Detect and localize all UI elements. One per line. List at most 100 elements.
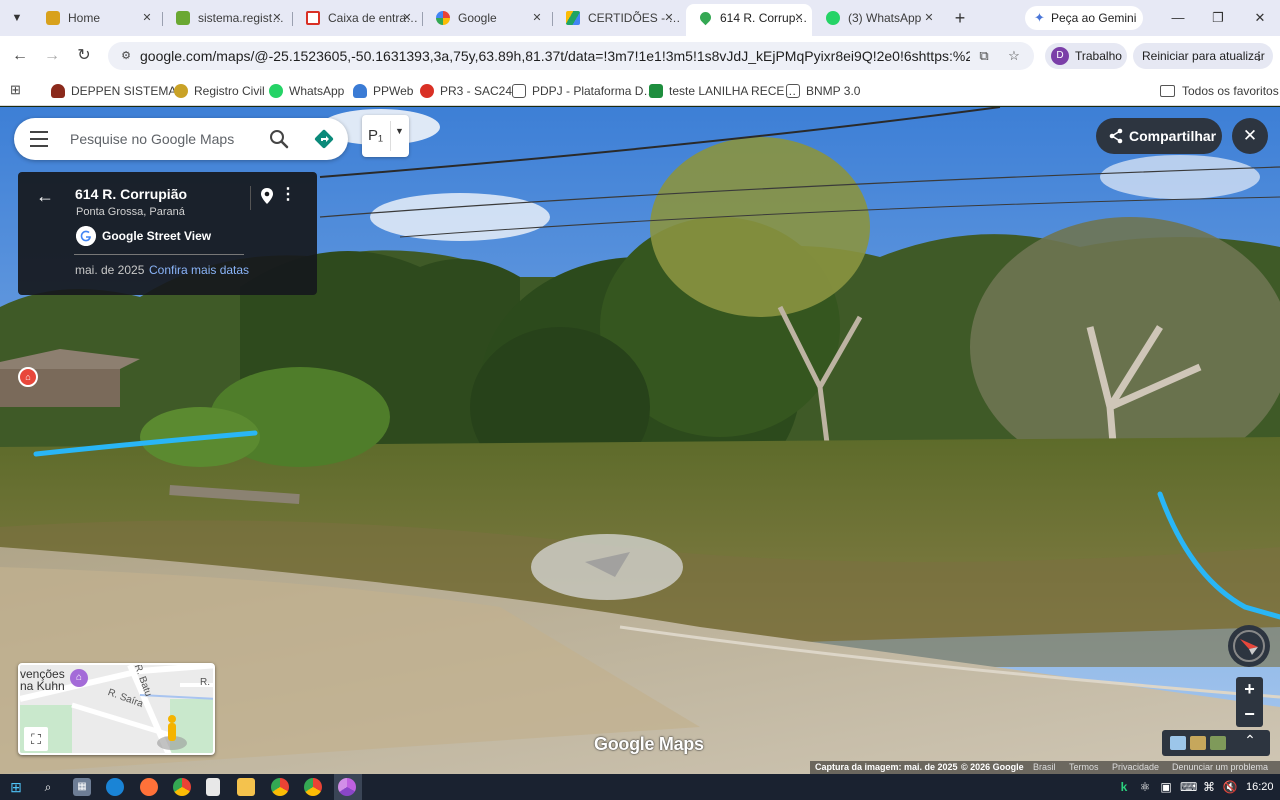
google-icon [436,11,450,25]
profile-name: Trabalho [1075,49,1122,63]
tab-whatsapp[interactable]: (3) WhatsApp ✕ [814,4,942,32]
close-icon[interactable]: ✕ [270,4,284,32]
restore-button[interactable]: ❐ [1206,6,1230,30]
minimize-button[interactable]: — [1166,6,1190,30]
file-icon[interactable] [206,778,220,796]
security-icon[interactable]: ▣ [1158,778,1174,796]
maps-search-input[interactable] [70,126,260,152]
hamburger-menu-icon[interactable] [30,131,48,147]
bookmark-ppweb[interactable]: PPWeb [353,81,413,101]
wifi-icon[interactable]: ⌘ [1201,778,1217,796]
place-of-worship-icon[interactable]: ⌂ [70,669,88,687]
map-pin-icon[interactable] [259,187,275,205]
clock[interactable]: 16:20 [1246,778,1274,796]
tab-google-maps-active[interactable]: 614 R. Corrup… ✕ [686,4,812,36]
expand-map-icon[interactable]: ⛶ [24,727,48,751]
close-icon[interactable]: ✕ [530,4,544,32]
street-view-layer-button[interactable]: P₁ ▼ [362,115,409,157]
file-explorer-icon[interactable] [237,778,255,796]
bookmark-pr3-sac24[interactable]: PR3 - SAC24 [420,81,512,101]
zoom-out-button[interactable]: − [1236,702,1263,727]
close-icon[interactable]: ✕ [140,4,154,32]
share-button[interactable]: Compartilhar [1096,118,1222,154]
speaker-muted-icon[interactable]: 🔇 [1222,778,1238,796]
close-icon[interactable]: ✕ [792,4,806,32]
bookmark-registro-civil[interactable]: Registro Civil [174,81,265,101]
photo-strip-toggle[interactable]: ⌃ [1162,730,1270,756]
compass-button[interactable] [1228,625,1270,667]
tab-google[interactable]: Google ✕ [424,4,550,32]
tab-gmail-inbox[interactable]: Caixa de entra… ✕ [294,4,420,32]
place-marker-icon[interactable]: ⌂ [18,367,38,387]
kebab-menu-icon[interactable]: ⋮ [1253,43,1265,69]
close-icon[interactable]: ✕ [662,4,676,32]
calculator-icon[interactable]: ▦ [73,778,91,796]
chrome-icon[interactable] [304,778,322,796]
puzzle-icon [786,84,800,98]
chevron-down-icon[interactable]: ▼ [395,126,404,136]
url-text[interactable]: google.com/maps/@-25.1523605,-50.1631393… [140,42,970,70]
zoom-in-button[interactable]: + [1236,677,1263,702]
capture-date: mai. de 2025 [75,263,145,277]
photo-thumbnail[interactable] [1210,736,1226,750]
keyboard-icon[interactable]: ⌨ [1180,778,1197,796]
directions-icon[interactable] [312,127,336,151]
divider [74,254,244,255]
bookmark-label: Registro Civil [194,84,265,98]
back-arrow-icon[interactable]: ← [8,44,32,68]
chrome-icon[interactable] [173,778,191,796]
terms-link[interactable]: Termos [1069,761,1099,774]
chevron-up-icon[interactable]: ⌃ [1242,732,1258,749]
profile-button[interactable]: D Trabalho [1045,43,1127,69]
street-label: R. C [200,677,213,688]
bookmark-teste-planilha[interactable]: teste LANILHA RECE… [649,81,796,101]
close-icon[interactable]: ✕ [400,4,414,32]
close-street-view-button[interactable]: ✕ [1232,118,1268,154]
site-info-icon[interactable]: ⚙ [118,48,134,64]
apps-grid-icon[interactable]: ⊞ [10,82,26,98]
firefox-icon[interactable] [140,778,158,796]
network-icon[interactable]: ⚛ [1137,778,1153,796]
k-app-tray-icon[interactable]: k [1116,778,1132,796]
photo-thumbnail[interactable] [1190,736,1206,750]
restart-to-update-button[interactable]: Reiniciar para atualizar ⋮ [1133,43,1273,69]
all-bookmarks-folder[interactable]: Todos os favoritos [1160,81,1279,101]
pegman-icon[interactable] [156,713,188,751]
bookmark-bnmp[interactable]: BNMP 3.0 [786,81,860,101]
report-problem-link[interactable]: Denunciar um problema [1172,761,1268,774]
search-icon[interactable]: ⌕ [39,778,57,796]
reload-icon[interactable]: ↻ [72,44,96,68]
bookmark-deppen[interactable]: DEPPEN SISTEMAS [51,81,184,101]
forward-arrow-icon[interactable]: → [40,44,64,68]
bookmark-whatsapp[interactable]: WhatsApp [269,81,344,101]
tab-home[interactable]: Home ✕ [34,4,160,32]
copyright-text: © 2026 Google [961,762,1024,772]
back-arrow-icon[interactable]: ← [36,186,56,207]
country-link[interactable]: Brasil [1033,761,1056,774]
privacy-link[interactable]: Privacidade [1112,761,1159,774]
chrome-profile-icon[interactable] [338,778,356,796]
edge-browser-icon[interactable] [106,778,124,796]
windows-start-icon[interactable]: ⊞ [7,778,25,796]
more-dates-link[interactable]: Confira mais datas [149,263,249,277]
leaf-icon [176,11,190,25]
mini-map[interactable]: venções na Kuhn ⌂ R. Saíra R. Batu R. C … [18,663,215,755]
photo-thumbnail[interactable] [1170,736,1186,750]
bookmark-pdpj[interactable]: PDPJ - Plataforma D… [512,81,655,101]
bookmark-star-icon[interactable]: ☆ [1004,46,1024,66]
search-icon[interactable] [268,128,290,150]
chrome-icon[interactable] [271,778,289,796]
close-window-button[interactable]: ✕ [1248,6,1272,30]
tab-sistema-registro[interactable]: sistema.regist… ✕ [164,4,290,32]
tab-title: (3) WhatsApp [848,11,922,25]
install-app-icon[interactable]: ⧉ [974,46,994,66]
location-subtitle: Ponta Grossa, Paraná [76,206,185,218]
address-bar[interactable]: ⚙ google.com/maps/@-25.1523605,-50.16313… [108,42,1034,70]
tab-search-chevron-icon[interactable]: ▼ [6,8,28,28]
gemini-button[interactable]: ✦ Peça ao Gemini [1025,6,1143,30]
bookmark-label: BNMP 3.0 [806,84,861,98]
new-tab-button[interactable]: + [950,7,970,29]
tab-certidoes[interactable]: CERTIDÕES - … ✕ [554,4,682,32]
close-icon[interactable]: ✕ [922,4,936,32]
kebab-menu-icon[interactable]: ⋮ [280,186,296,204]
